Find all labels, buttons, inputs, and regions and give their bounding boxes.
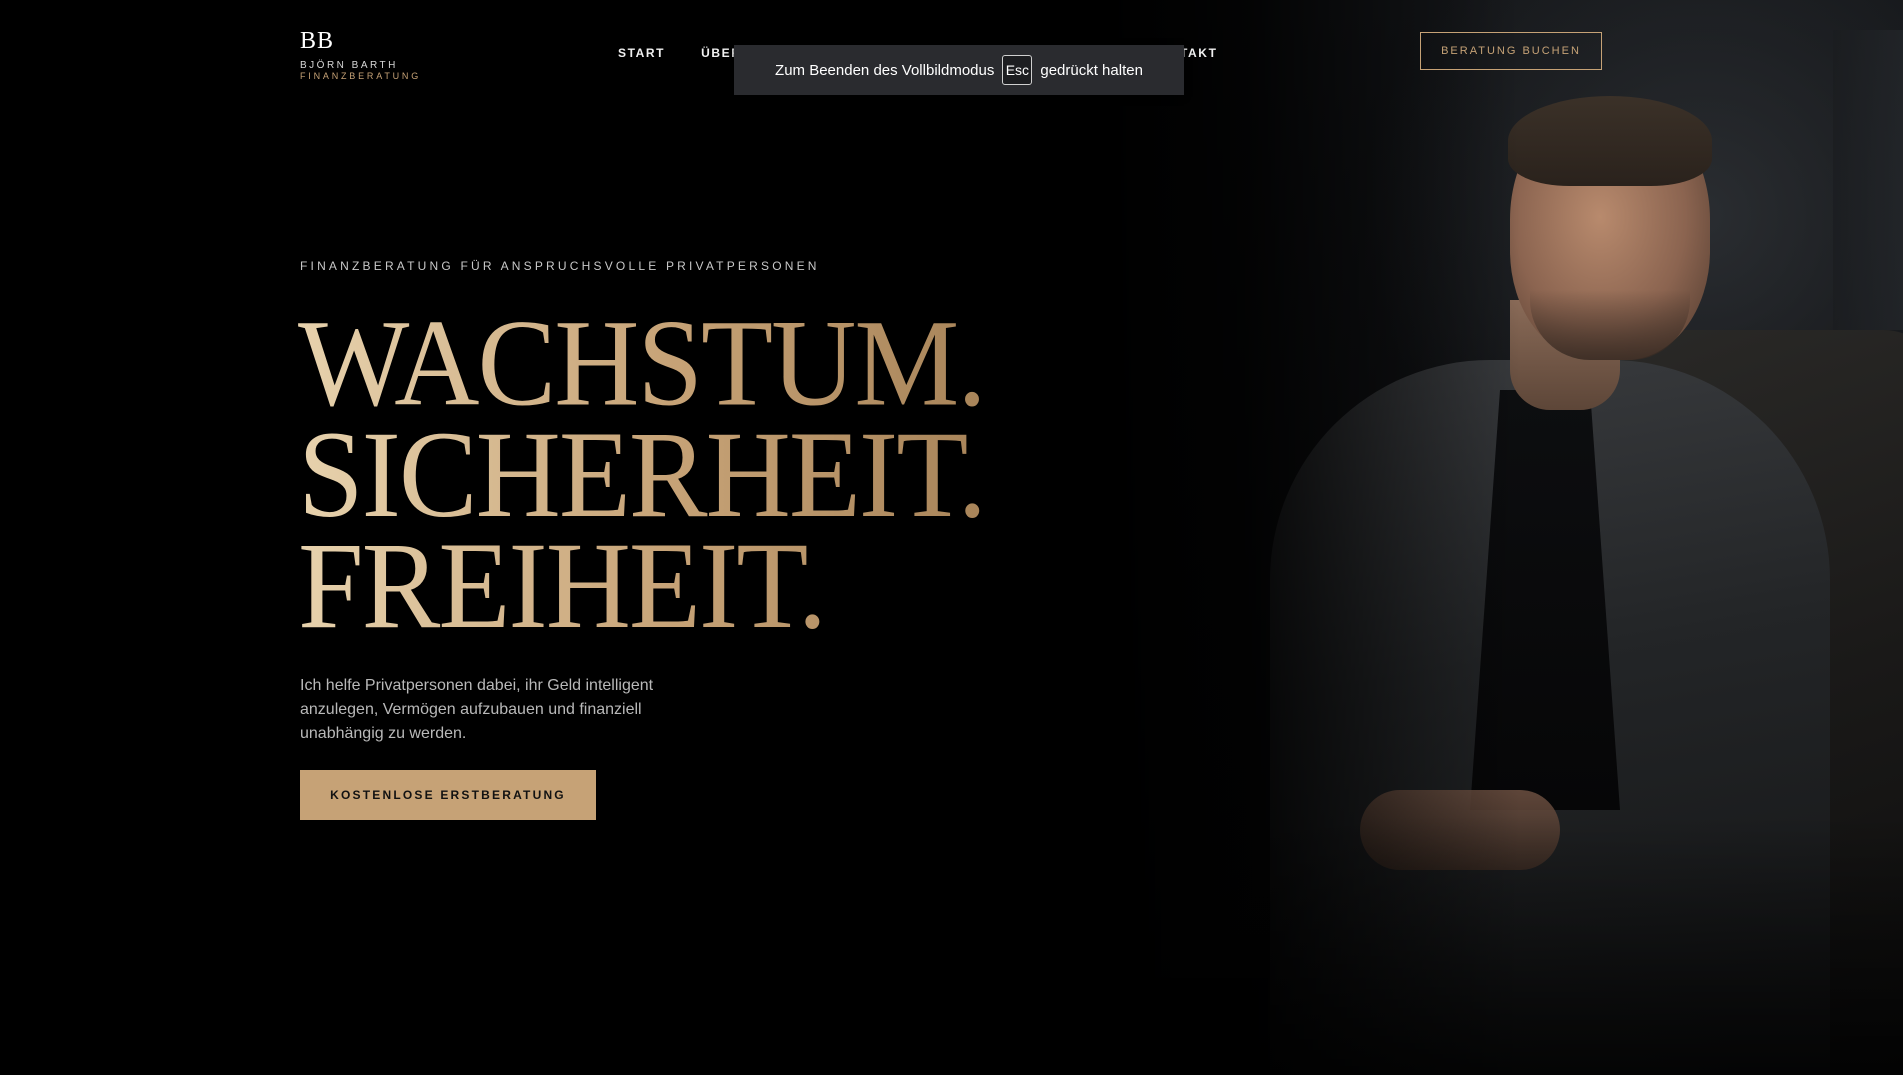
book-consultation-button[interactable]: BERATUNG BUCHEN: [1420, 32, 1602, 70]
nav-link-kontakt[interactable]: TAKT: [1180, 46, 1218, 60]
hero-portrait-image: [1100, 0, 1903, 1075]
hair-shape: [1508, 96, 1712, 186]
logo-monogram: BB: [300, 28, 335, 54]
logo-subtitle: FINANZBERATUNG: [300, 71, 422, 81]
nav-link-start[interactable]: START: [618, 46, 665, 60]
brand-logo[interactable]: BB BJÖRN BARTH FINANZBERATUNG: [300, 28, 421, 81]
logo-name: BJÖRN BARTH: [300, 60, 398, 71]
hero-headline: WACHSTUM. SICHERHEIT. FREIHEIT.: [298, 308, 985, 642]
esc-key-badge: Esc: [1002, 55, 1033, 85]
fullscreen-notice-text-after: gedrückt halten: [1040, 61, 1143, 79]
hero-lead-text: Ich helfe Privatpersonen dabei, ihr Geld…: [300, 677, 654, 742]
fullscreen-notice-text-before: Zum Beenden des Vollbildmodus: [775, 61, 995, 79]
main-nav: START ÜBER TAKT: [618, 46, 1216, 60]
headline-line-3: FREIHEIT.: [298, 516, 826, 655]
bookshelf-shape: [1833, 30, 1903, 330]
free-consultation-button[interactable]: KOSTENLOSE ERSTBERATUNG: [300, 770, 596, 820]
image-fade-bottom: [1100, 815, 1903, 1075]
fullscreen-exit-notice: Zum Beenden des Vollbildmodus Esc gedrüc…: [734, 45, 1184, 95]
headline-line-1: WACHSTUM.: [298, 294, 985, 432]
hero-eyebrow: FINANZBERATUNG FÜR ANSPRUCHSVOLLE PRIVAT…: [300, 259, 820, 273]
headline-line-2: SICHERHEIT.: [298, 405, 986, 544]
